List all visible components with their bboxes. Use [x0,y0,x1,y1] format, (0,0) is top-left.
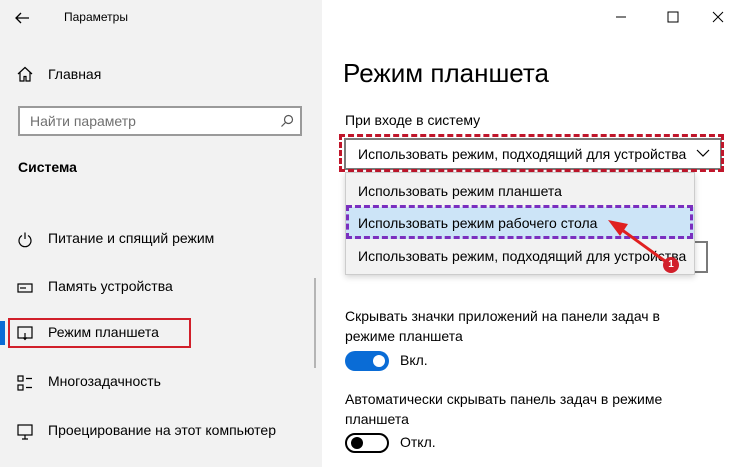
annotation-arrow [608,220,670,266]
step-badge-number: 1 [668,259,674,270]
step-badge: 1 [663,257,679,273]
